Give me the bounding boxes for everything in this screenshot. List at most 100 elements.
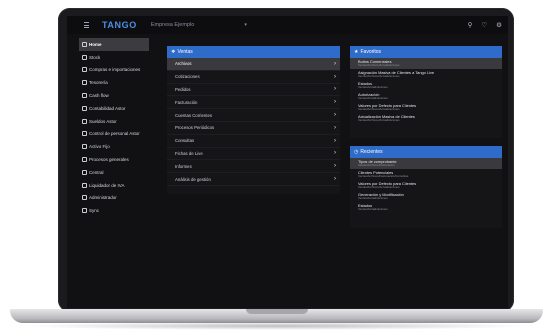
favoritos-panel: ★ Favoritos Bultos Comerciales Ventas/Arc… [350,46,502,138]
menu-item-procesos-periodicos[interactable]: Procesos Periódicos › [167,122,340,135]
recent-item[interactable]: Generación y Modificación Ventas/Actualiz… [350,191,502,202]
bell-icon[interactable]: ♡ [481,21,487,29]
favorite-path: Ventas/Archivos/Actualizaciones [358,107,400,112]
hamburger-menu-icon[interactable] [84,16,98,34]
sidebar-item-sync[interactable]: Sync [79,204,149,217]
menu-item-label: Procesos Periódicos [175,125,215,131]
recent-path: Ventas/Actualizaciones [358,196,388,201]
box-icon [82,54,87,60]
favorite-item[interactable]: Asignación Masiva de Clientes a Tango Li… [350,69,502,80]
menu-item-facturacion[interactable]: Facturación › [167,96,340,110]
menu-item-label: Cuentas Corrientes [175,112,213,118]
favorite-item[interactable]: Actualización Masiva de Clientes Ventas/A… [350,113,502,124]
sidebar-item-label: Contabilidad Astor [89,105,126,111]
admin-icon [82,195,87,201]
recent-item[interactable]: Clientes Potenciales Ventas/Archivos/Fact… [350,169,502,180]
favorite-item[interactable]: Valores por Defecto para Clientes Ventas/… [350,102,502,113]
cashflow-icon [82,93,87,99]
sidebar-item-label: Stock [89,54,101,60]
sidebar-item-control-personal[interactable]: Control de personal Astor [79,128,149,141]
search-icon[interactable]: ⚲ [468,21,473,29]
sidebar-item-procesos[interactable]: Procesos generales [79,153,149,166]
sidebar-item-iva[interactable]: Liquidador de IVA [79,179,149,192]
sidebar-item-compras[interactable]: Compras e importaciones [79,64,149,77]
recent-item[interactable]: Estados Ventas/Actualizaciones [350,202,502,213]
sidebar-item-label: Compras e importaciones [89,67,141,73]
company-selector[interactable]: Empresa Ejemplo ▾ [151,20,247,30]
chevron-right-icon: › [334,137,336,144]
chevron-right-icon: › [334,86,336,93]
sidebar-item-label: Procesos generales [89,157,129,163]
menu-item-label: Pedidos [175,86,191,92]
ventas-panel: ❖ Ventas Archivos › Cotizaciones › Pedidos… [167,46,340,194]
favorite-item[interactable]: Estados Ventas/Actualizaciones [350,80,502,91]
favorite-item[interactable]: Bultos Comerciales Ventas/Archivos/Actual… [350,58,502,69]
favorite-path: Ventas/Archivos/Actualizaciones [358,74,400,79]
sidebar-item-label: Activo Fijo [89,144,110,150]
sidebar-item-tesoreria[interactable]: Tesorería [79,76,149,89]
sidebar-item-contabilidad[interactable]: Contabilidad Astor [79,102,149,115]
recientes-title: Recientes [360,149,383,155]
menu-item-label: Cotizaciones [175,74,200,80]
cart-icon [82,67,87,73]
bank-icon [82,80,87,86]
menu-item-consultas[interactable]: Consultas › [167,135,340,148]
star-icon: ★ [354,49,359,55]
sidebar-item-central[interactable]: Central [79,166,149,179]
recientes-panel: ◷ Recientes Tipos de comprobante Ventas/A… [350,146,502,228]
menu-item-label: Informes [175,163,192,169]
sidebar-item-label: Sync [89,208,100,214]
sidebar-item-administrador[interactable]: Administrador [79,192,149,205]
favoritos-title: Favoritos [360,49,382,55]
ledger-icon [82,105,87,111]
tax-icon [82,182,87,188]
chevron-right-icon: › [334,73,336,80]
menu-item-label: Archivos [175,61,192,67]
sidebar-item-cash-flow[interactable]: Cash flow [79,89,149,102]
app-logo: TANGO [102,20,137,30]
home-icon [82,41,87,47]
favorite-path: Ventas/Actualizaciones [358,85,388,90]
history-icon: ◷ [354,149,359,155]
app-screen: TANGO Empresa Ejemplo ▾ ⚲ ♡ ⚙ Home Stock… [67,16,508,308]
sidebar-item-label: Administrador [89,195,117,201]
sidebar-item-home[interactable]: Home [79,38,149,51]
laptop-shadow [20,322,533,330]
sidebar-item-label: Control de personal Astor [89,131,140,137]
menu-item-fichas-live[interactable]: Fichas de Live › [167,148,340,161]
recent-item[interactable]: Valores por Defecto para Clientes Ventas/… [350,180,502,191]
menu-item-label: Fichas de Live [175,150,203,156]
recent-item[interactable]: Tipos de comprobante Ventas/Archivos/Fact… [350,158,502,169]
menu-item-analisis-gestion[interactable]: Análisis de gestión › [167,173,340,186]
server-icon [82,169,87,175]
gear-icon[interactable]: ⚙ [496,21,502,29]
sidebar-item-activo-fijo[interactable]: Activo Fijo [79,140,149,153]
recent-path: Ventas/Actualizaciones [358,207,388,212]
sidebar-item-label: Cash flow [89,93,109,99]
menu-item-pedidos[interactable]: Pedidos › [167,84,340,97]
recent-path: Ventas/Archivos/Actualizaciones [358,185,400,190]
menu-item-cotizaciones[interactable]: Cotizaciones › [167,71,340,84]
menu-item-cuentas-corrientes[interactable]: Cuentas Corrientes › [167,109,340,122]
sync-icon [82,208,87,214]
favorite-path: Ventas/Actualizaciones [358,96,388,101]
sidebar-item-label: Central [89,169,104,175]
recent-path: Ventas/Archivos/Facturación [358,163,395,168]
favorite-item[interactable]: Autorización Ventas/Actualizaciones [350,91,502,102]
gear-icon [82,157,87,163]
sidebar-item-label: Liquidador de IVA [89,182,125,188]
top-actions: ⚲ ♡ ⚙ [468,21,502,29]
asset-icon [82,144,87,150]
sidebar-item-sueldos[interactable]: Sueldos Astor [79,115,149,128]
cart-icon: ❖ [171,49,176,55]
chevron-right-icon: › [334,150,336,157]
sidebar-item-label: Sueldos Astor [89,118,117,124]
chevron-down-icon: ▾ [244,22,247,28]
chevron-right-icon: › [334,60,336,67]
ventas-title: Ventas [177,49,193,55]
menu-item-informes[interactable]: Informes › [167,160,340,174]
sidebar-item-label: Tesorería [89,80,108,86]
sidebar-item-stock[interactable]: Stock [79,51,149,64]
menu-item-archivos[interactable]: Archivos › [167,58,340,71]
menu-item-label: Facturación [175,99,198,105]
